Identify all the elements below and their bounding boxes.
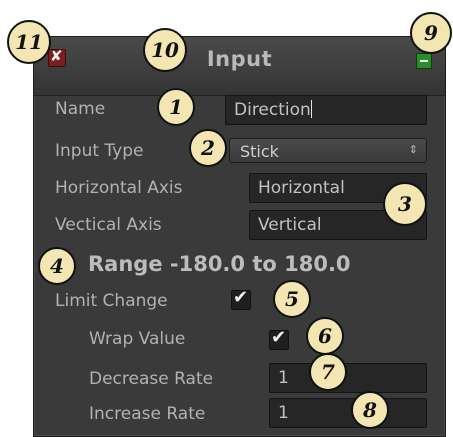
name-label: Name [55, 99, 106, 119]
callout-badge-11: 11 [7, 20, 51, 64]
horizontal-axis-label: Horizontal Axis [55, 178, 183, 198]
vertical-axis-value: Vertical [258, 215, 322, 235]
callout-badge-5: 5 [273, 280, 311, 318]
increase-rate-value: 1 [278, 403, 289, 423]
vertical-axis-label: Vectical Axis [55, 215, 162, 235]
collapse-icon[interactable] [416, 53, 432, 69]
callout-badge-9: 9 [410, 12, 452, 54]
limit-change-label: Limit Change [55, 291, 168, 311]
range-heading: Range -180.0 to 180.0 [88, 252, 351, 276]
input-type-value: Stick [240, 142, 279, 161]
node-title-bar[interactable]: Input [34, 37, 445, 96]
name-input-value: Direction [234, 100, 311, 120]
input-type-label: Input Type [55, 141, 144, 161]
node-title: Input [206, 47, 273, 71]
dropdown-arrow-icon: ⇕ [408, 143, 418, 156]
callout-badge-2: 2 [189, 129, 227, 167]
callout-badge-4: 4 [38, 247, 76, 285]
decrease-rate-value: 1 [278, 368, 289, 388]
decrease-rate-label: Decrease Rate [89, 369, 214, 389]
text-caret [310, 100, 312, 118]
increase-rate-label: Increase Rate [89, 404, 206, 424]
callout-badge-7: 7 [309, 353, 347, 391]
callout-badge-10: 10 [143, 28, 187, 72]
horizontal-axis-value: Horizontal [258, 178, 345, 198]
limit-change-checkbox[interactable] [231, 287, 251, 310]
input-type-dropdown[interactable]: Stick ⇕ [229, 138, 427, 163]
callout-badge-1: 1 [157, 88, 195, 126]
name-input[interactable]: Direction [225, 95, 427, 125]
wrap-value-label: Wrap Value [89, 329, 186, 349]
increase-rate-input[interactable]: 1 [269, 398, 427, 428]
callout-badge-6: 6 [306, 317, 344, 355]
wrap-value-checkbox[interactable] [269, 327, 289, 350]
callout-badge-3: 3 [383, 182, 427, 226]
decrease-rate-input[interactable]: 1 [269, 363, 427, 393]
callout-badge-8: 8 [351, 391, 389, 429]
